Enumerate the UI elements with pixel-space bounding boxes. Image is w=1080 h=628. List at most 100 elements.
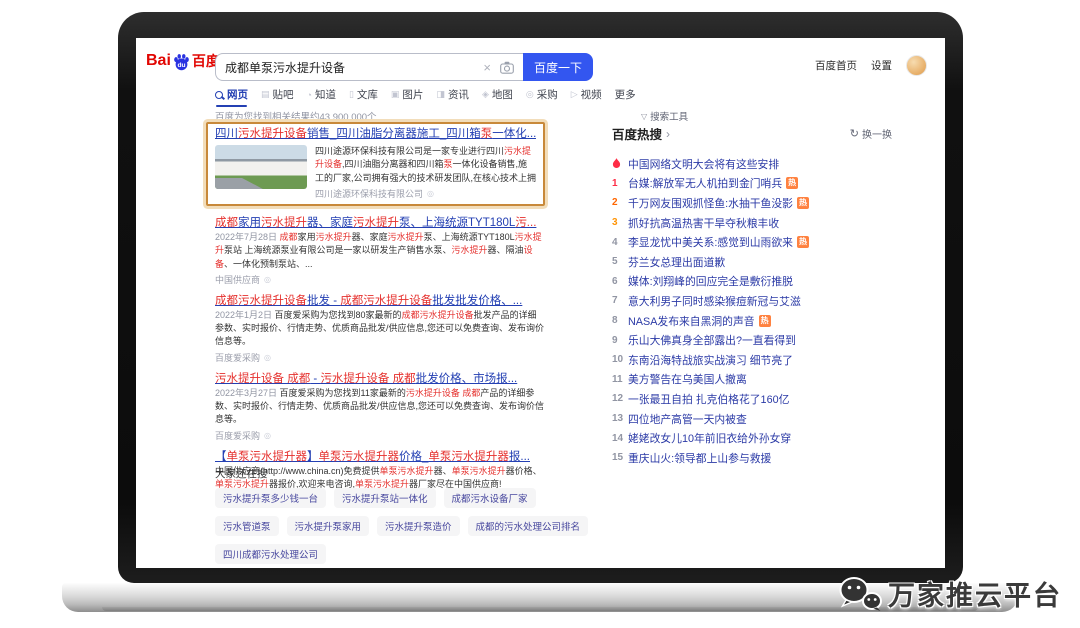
result-title-link[interactable]: 成都家用污水提升器、家庭污水提升泵、上海统源TYT180L污... [215, 216, 545, 231]
related-search-chips: 污水提升泵多少钱一台污水提升泵站一体化成都污水设备厂家污水管道泵污水提升泵家用污… [215, 488, 593, 564]
hot-search-item[interactable]: 9乐山大佛真身全部露出?一直看得到 [612, 330, 898, 350]
tab-webpage[interactable]: 网页 [215, 87, 248, 102]
hot-rank: 3 [612, 217, 628, 228]
user-avatar[interactable] [906, 55, 927, 76]
hot-search-item[interactable]: 6媒体:刘翔峰的回应完全是敷衍推脱 [612, 272, 898, 292]
result-source[interactable]: 百度爱采购◎ [215, 352, 545, 364]
zhidao-icon: ◔ [307, 90, 312, 100]
hot-badge: 热 [759, 315, 771, 327]
refresh-button[interactable]: ↻换一换 [850, 126, 892, 141]
tab-more[interactable]: 更多 [615, 87, 636, 102]
search-result: 成都污水提升设备批发 - 成都污水提升设备批发批发价格、...2022年1月2日… [215, 294, 545, 364]
hot-item-text: 台媒:解放军无人机拍到金门哨兵 [628, 175, 782, 191]
hot-item-text: 媒体:刘翔峰的回应完全是敷衍推脱 [628, 273, 793, 289]
chevron-right-icon: › [666, 127, 670, 141]
result-title-link[interactable]: 四川污水提升设备销售_四川油脂分离器施工_四川箱泵一体化... [215, 127, 536, 142]
refresh-icon: ↻ [850, 127, 859, 140]
search-tools-button[interactable]: ▽搜索工具 [641, 109, 688, 123]
related-search-chip[interactable]: 成都污水设备厂家 [444, 488, 536, 508]
hot-search-item[interactable]: 3抓好抗高温热害干旱夺秋粮丰收 [612, 213, 898, 233]
result-source[interactable]: 四川途源环保科技有限公司◎ [315, 188, 536, 200]
hot-rank: 12 [612, 393, 628, 404]
tab-zhidao[interactable]: ◔知道 [307, 87, 336, 102]
caigou-icon: ◎ [526, 89, 534, 100]
result-title-link[interactable]: 【单泵污水提升器】单泵污水提升器价格_单泵污水提升器报... [215, 450, 545, 465]
result-title-link[interactable]: 污水提升设备 成都 - 污水提升设备 成都批发价格、市场报... [215, 372, 545, 387]
search-button[interactable]: 百度一下 [523, 53, 593, 81]
tab-label: 贴吧 [273, 87, 294, 102]
hot-item-text: 李显龙忧中美关系:感觉到山雨欲来 [628, 234, 793, 250]
hot-search-title[interactable]: 百度热搜 [612, 124, 662, 143]
tab-label: 视频 [581, 87, 602, 102]
hot-search-item[interactable]: 15重庆山火:领导都上山参与救援 [612, 448, 898, 468]
tab-map[interactable]: ◈地图 [482, 87, 513, 102]
hot-search-item[interactable]: 4李显龙忧中美关系:感觉到山雨欲来热 [612, 232, 898, 252]
tab-tieba[interactable]: ▤贴吧 [261, 87, 294, 102]
related-search-chip[interactable]: 污水提升泵家用 [287, 516, 370, 536]
related-search-chip[interactable]: 四川成都污水处理公司 [215, 544, 326, 564]
hot-item-text: 东南沿海特战旅实战演习 细节亮了 [628, 352, 793, 368]
tab-label: 地图 [492, 87, 513, 102]
result-thumbnail[interactable] [215, 145, 307, 189]
tab-caigou[interactable]: ◎采购 [526, 87, 558, 102]
hot-search-item[interactable]: 7意大利男子同时感染猴痘新冠与艾滋 [612, 291, 898, 311]
vertical-tabs-bar: 网页 ▤贴吧 ◔知道 ▯文库 ▣图片 ◨资讯 ◈地图 ◎采购 ▷视频更多 [215, 87, 636, 102]
hot-rank: 15 [612, 452, 628, 463]
related-search-chip[interactable]: 污水提升泵站一体化 [334, 488, 436, 508]
search-result-highlighted: 四川污水提升设备销售_四川油脂分离器施工_四川箱泵一体化... 四川途源环保科技有… [206, 122, 545, 206]
hot-rank: 6 [612, 276, 628, 287]
baidu-paw-icon: du [172, 52, 191, 71]
tab-label: 图片 [402, 87, 423, 102]
search-result: 成都家用污水提升器、家庭污水提升泵、上海统源TYT180L污...2022年7月… [215, 216, 545, 286]
link-baidu-home[interactable]: 百度首页 [815, 58, 857, 73]
link-settings[interactable]: 设置 [871, 58, 892, 73]
news-icon: ◨ [436, 89, 445, 100]
snapshot-icon: ◎ [264, 274, 271, 286]
search-input[interactable]: 成都单泵污水提升设备 × [215, 53, 523, 81]
camera-icon[interactable] [500, 61, 514, 74]
logo-text-bai: Bai [146, 52, 171, 70]
hot-search-item[interactable]: 10东南沿海特战旅实战演习 细节亮了 [612, 350, 898, 370]
hot-search-item[interactable]: 5芬兰女总理出面道歉 [612, 252, 898, 272]
related-search-chip[interactable]: 污水管道泵 [215, 516, 279, 536]
tab-news[interactable]: ◨资讯 [436, 87, 469, 102]
hot-rank: 13 [612, 413, 628, 424]
hot-item-text: 姥姥改女儿10年前旧衣给外孙女穿 [628, 430, 791, 446]
hot-search-item[interactable]: 14姥姥改女儿10年前旧衣给外孙女穿 [612, 428, 898, 448]
result-source[interactable]: 百度爱采购◎ [215, 430, 545, 442]
watermark-logo: 万家推云平台 [837, 574, 1062, 613]
tab-wenku[interactable]: ▯文库 [349, 87, 378, 102]
related-search-chip[interactable]: 污水提升泵造价 [377, 516, 460, 536]
wenku-icon: ▯ [349, 89, 354, 100]
hot-badge: 热 [797, 236, 809, 248]
tab-video[interactable]: ▷视频 [571, 87, 602, 102]
hot-search-item[interactable]: 8NASA发布来自黑洞的声音热 [612, 311, 898, 331]
hot-rank: 9 [612, 335, 628, 346]
hot-search-item[interactable]: 12一张最丑自拍 扎克伯格花了160亿 [612, 389, 898, 409]
hot-search-item[interactable]: 1台媒:解放军无人机拍到金门哨兵热 [612, 174, 898, 194]
hot-rank: 8 [612, 315, 628, 326]
hot-search-item[interactable]: 11美方警告在乌美国人撤离 [612, 370, 898, 390]
tab-image[interactable]: ▣图片 [391, 87, 424, 102]
hot-search-item[interactable]: 13四位地产高管一天内被查 [612, 409, 898, 429]
related-searches-title: 大家还在搜 [215, 466, 593, 481]
hot-search-item[interactable]: 2千万网友围观抓怪鱼:水抽干鱼没影热 [612, 193, 898, 213]
result-date: 2022年3月27日 [215, 388, 280, 398]
hot-search-item[interactable]: 中国网络文明大会将有这些安排 [612, 154, 898, 174]
hot-rank: 2 [612, 197, 628, 208]
hot-item-text: 千万网友围观抓怪鱼:水抽干鱼没影 [628, 195, 793, 211]
baidu-logo[interactable]: Bai du 百度 [146, 51, 220, 71]
hot-badge: 热 [797, 197, 809, 209]
related-search-chip[interactable]: 污水提升泵多少钱一台 [215, 488, 326, 508]
hot-search-list: 中国网络文明大会将有这些安排1台媒:解放军无人机拍到金门哨兵热2千万网友围观抓怪… [612, 154, 898, 468]
snapshot-icon: ◎ [264, 430, 271, 442]
search-result: 污水提升设备 成都 - 污水提升设备 成都批发价格、市场报...2022年3月2… [215, 372, 545, 442]
result-source[interactable]: 中国供应商◎ [215, 274, 545, 286]
hot-rank: 11 [612, 374, 628, 385]
hot-rank: 1 [612, 178, 628, 189]
result-title-link[interactable]: 成都污水提升设备批发 - 成都污水提升设备批发批发价格、... [215, 294, 545, 309]
related-search-chip[interactable]: 成都的污水处理公司排名 [468, 516, 589, 536]
result-date: 2022年7月28日 [215, 232, 280, 242]
clear-icon[interactable]: × [483, 60, 491, 75]
tab-label: 知道 [315, 87, 336, 102]
